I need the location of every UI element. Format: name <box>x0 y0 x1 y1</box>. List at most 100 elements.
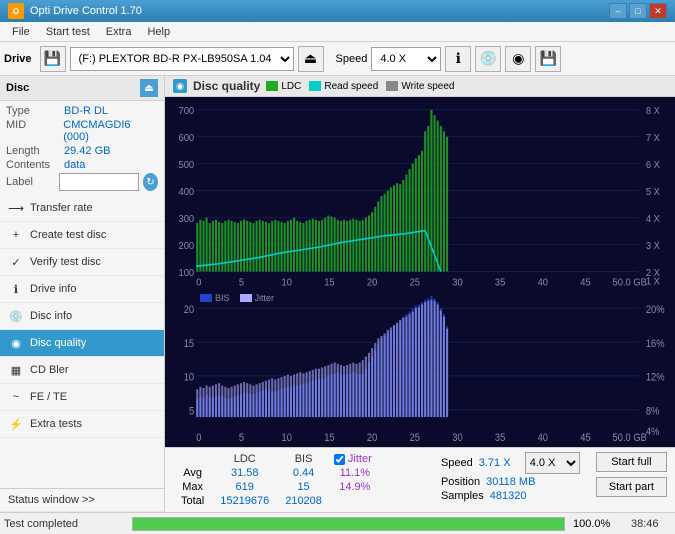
minimize-button[interactable]: – <box>609 3 627 19</box>
eject-button[interactable]: ⏏ <box>298 46 324 72</box>
disc-label-input[interactable] <box>59 173 139 191</box>
svg-text:5: 5 <box>239 277 244 287</box>
sidebar-item-cd-bler[interactable]: ▦ CD Bler <box>0 357 164 384</box>
sidebar-label-drive-info: Drive info <box>30 283 76 295</box>
status-window-label: Status window >> <box>8 494 95 506</box>
info-icon-btn[interactable]: ℹ <box>445 46 471 72</box>
create-test-icon: + <box>8 227 24 243</box>
svg-text:1 X: 1 X <box>646 276 661 287</box>
status-text: Test completed <box>4 518 124 530</box>
svg-text:8%: 8% <box>646 406 660 418</box>
stats-col-jitter-header: Jitter <box>330 452 380 466</box>
progress-bar <box>132 517 565 531</box>
menu-file[interactable]: File <box>4 24 38 40</box>
disc-icon-btn[interactable]: 💿 <box>475 46 501 72</box>
sidebar-label-disc-info: Disc info <box>30 310 72 322</box>
svg-text:15: 15 <box>324 432 335 444</box>
sidebar-status-window[interactable]: Status window >> <box>0 488 164 512</box>
stats-col-ldc: LDC <box>212 452 277 466</box>
sidebar-item-drive-info[interactable]: ℹ Drive info <box>0 276 164 303</box>
menu-help[interactable]: Help <box>139 24 178 40</box>
jitter-legend-label: Jitter <box>255 293 275 303</box>
disc-quality-header: ◉ Disc quality LDC Read speed Write spee… <box>165 76 675 97</box>
disc-info-icon: 💿 <box>8 308 24 324</box>
menu-start-test[interactable]: Start test <box>38 24 98 40</box>
jitter-label: Jitter <box>348 453 372 465</box>
sidebar-item-fe-te[interactable]: ~ FE / TE <box>0 384 164 411</box>
sidebar-label-transfer-rate: Transfer rate <box>30 202 93 214</box>
svg-text:40: 40 <box>538 432 549 444</box>
sidebar-label-cd-bler: CD Bler <box>30 364 69 376</box>
ldc-legend-color <box>266 81 278 91</box>
chart-legend: LDC Read speed Write speed <box>266 81 454 92</box>
disc-info-panel: Type BD-R DL MID CMCMAGDI6 (000) Length … <box>0 101 164 195</box>
avg-bis: 0.44 <box>277 466 330 480</box>
stats-table: LDC BIS Jitter Avg <box>173 452 380 508</box>
sidebar-item-disc-info[interactable]: 💿 Disc info <box>0 303 164 330</box>
upper-chart-svg: 700 600 500 400 300 200 100 8 X 7 X 6 X … <box>165 99 675 288</box>
svg-text:0: 0 <box>196 277 201 287</box>
start-full-button[interactable]: Start full <box>596 452 667 472</box>
drive-select[interactable]: (F:) PLEXTOR BD-R PX-LB950SA 1.04 <box>70 47 294 71</box>
jitter-check-container: Jitter <box>334 453 372 465</box>
contents-value: data <box>64 159 85 171</box>
stats-col-empty <box>173 452 212 466</box>
drive-icon-btn[interactable]: 💾 <box>40 46 66 72</box>
sidebar-item-transfer-rate[interactable]: ⟶ Transfer rate <box>0 195 164 222</box>
sidebar-item-verify-test-disc[interactable]: ✓ Verify test disc <box>0 249 164 276</box>
disc-section-header: Disc ⏏ <box>0 76 164 101</box>
svg-text:600: 600 <box>179 133 195 144</box>
svg-text:4 X: 4 X <box>646 214 661 225</box>
samples-label: Samples <box>441 490 484 502</box>
close-button[interactable]: ✕ <box>649 3 667 19</box>
length-label: Length <box>6 145 64 157</box>
bis-legend-color <box>200 294 212 302</box>
length-value: 29.42 GB <box>64 145 110 157</box>
avg-ldc: 31.58 <box>212 466 277 480</box>
menu-extra[interactable]: Extra <box>98 24 140 40</box>
svg-text:7 X: 7 X <box>646 133 661 144</box>
label-refresh-button[interactable]: ↻ <box>143 173 158 191</box>
speed-select[interactable]: 4.0 X <box>371 47 441 71</box>
svg-text:700: 700 <box>179 106 195 117</box>
stats-table-container: LDC BIS Jitter Avg <box>173 452 425 508</box>
svg-text:50.0 GB: 50.0 GB <box>613 432 648 444</box>
toolbar: Drive 💾 (F:) PLEXTOR BD-R PX-LB950SA 1.0… <box>0 42 675 76</box>
sidebar-label-disc-quality: Disc quality <box>30 337 86 349</box>
speed-select-stats[interactable]: 4.0 X <box>525 452 580 474</box>
total-ldc: 15219676 <box>212 494 277 508</box>
status-bar: Test completed 100.0% 38:46 <box>0 512 675 534</box>
svg-text:30: 30 <box>452 432 463 444</box>
sidebar-item-disc-quality[interactable]: ◉ Disc quality <box>0 330 164 357</box>
extra-tests-icon: ⚡ <box>8 416 24 432</box>
svg-text:5: 5 <box>189 406 195 418</box>
disc-eject-button[interactable]: ⏏ <box>140 79 158 97</box>
transfer-rate-icon: ⟶ <box>8 200 24 216</box>
sidebar-item-create-test-disc[interactable]: + Create test disc <box>0 222 164 249</box>
mid-label: MID <box>6 119 63 143</box>
write-speed-legend-label: Write speed <box>401 81 454 92</box>
svg-text:20%: 20% <box>646 304 665 316</box>
svg-text:12%: 12% <box>646 372 665 384</box>
start-part-button[interactable]: Start part <box>596 477 667 497</box>
svg-text:35: 35 <box>495 432 506 444</box>
svg-text:40: 40 <box>538 277 548 287</box>
total-bis: 210208 <box>277 494 330 508</box>
maximize-button[interactable]: □ <box>629 3 647 19</box>
max-label: Max <box>173 480 212 494</box>
svg-text:8 X: 8 X <box>646 106 661 117</box>
sidebar-item-extra-tests[interactable]: ⚡ Extra tests <box>0 411 164 438</box>
disc-quality-icon: ◉ <box>8 335 24 351</box>
quality-icon-btn[interactable]: ◉ <box>505 46 531 72</box>
position-label: Position <box>441 476 480 488</box>
lower-chart: BIS Jitter 20 15 <box>165 290 675 447</box>
save-icon-btn[interactable]: 💾 <box>535 46 561 72</box>
svg-text:50.0 GB: 50.0 GB <box>613 277 647 287</box>
type-label: Type <box>6 105 64 117</box>
main-content: Disc ⏏ Type BD-R DL MID CMCMAGDI6 (000) … <box>0 76 675 512</box>
title-bar: O Opti Drive Control 1.70 – □ ✕ <box>0 0 675 22</box>
svg-text:4%: 4% <box>646 426 660 438</box>
speed-position-panel: Speed 3.71 X 4.0 X Position 30118 MB Sam… <box>441 452 580 502</box>
jitter-checkbox[interactable] <box>334 454 345 465</box>
speed-label-info: Speed <box>441 457 473 469</box>
